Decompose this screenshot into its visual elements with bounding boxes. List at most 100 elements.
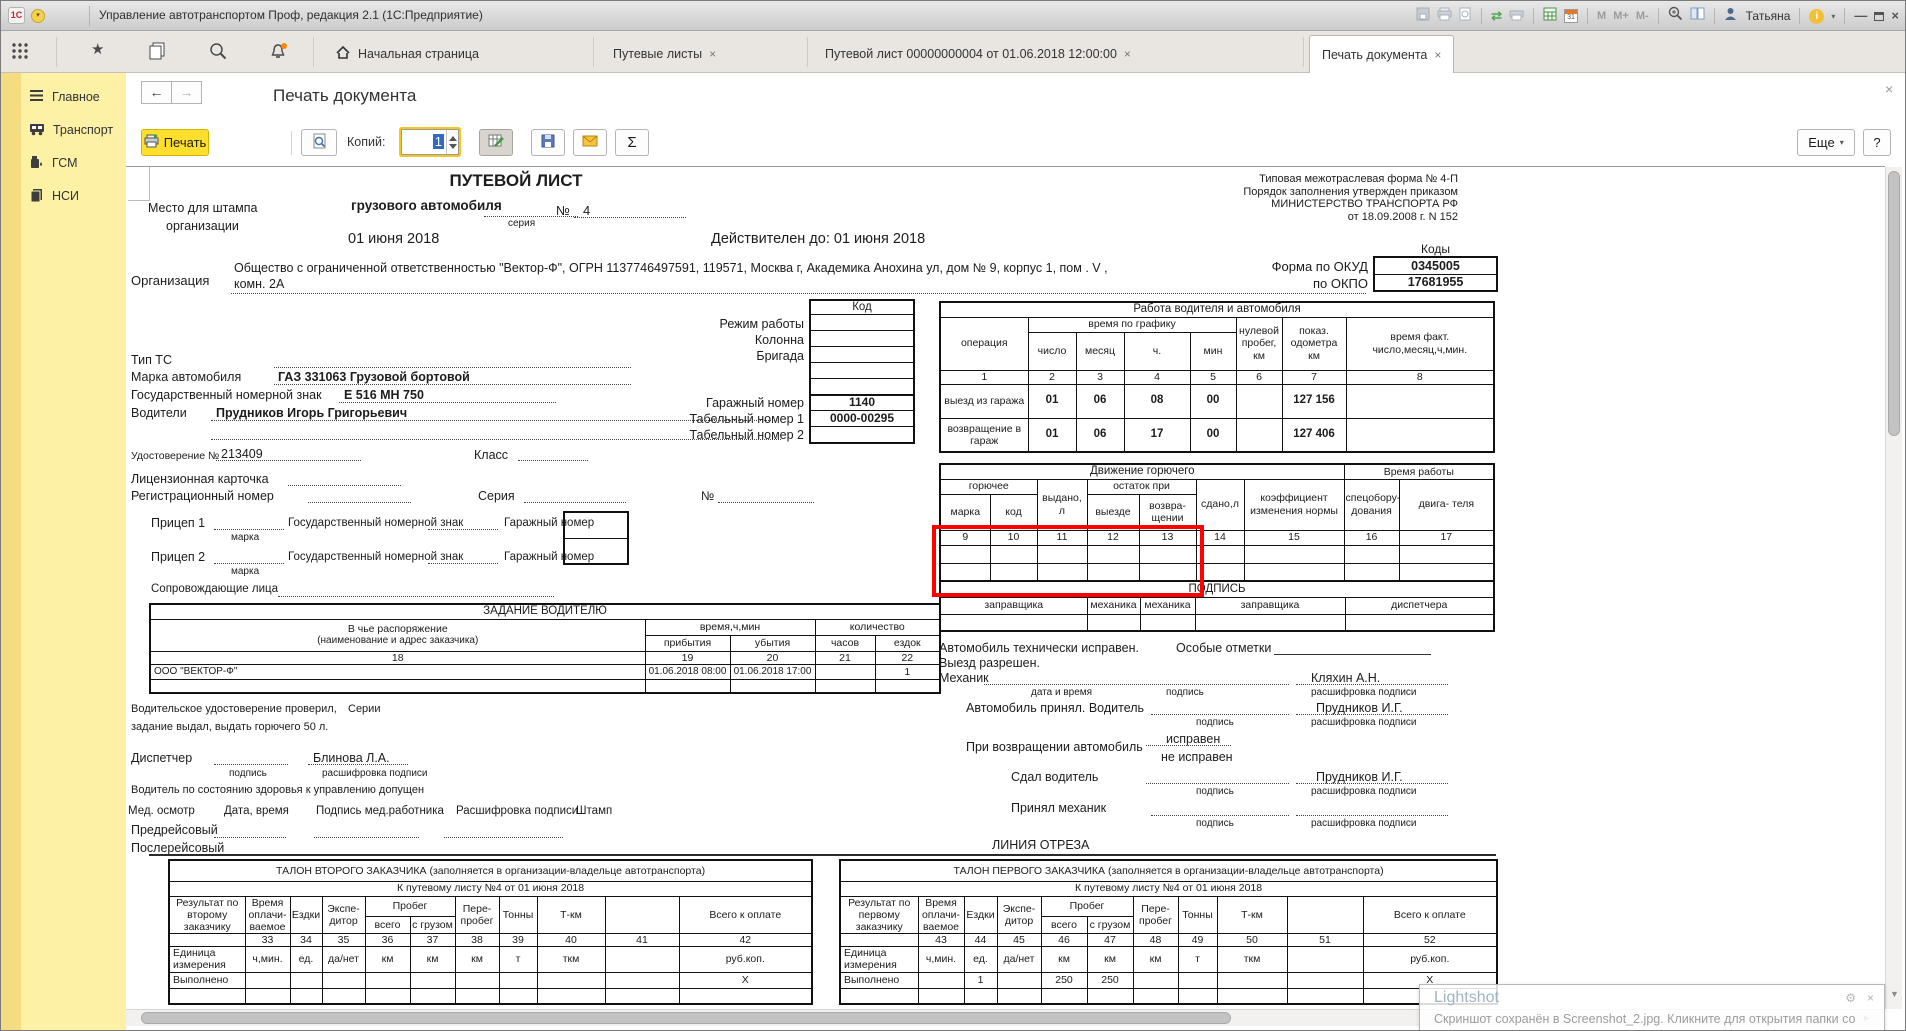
print-button[interactable]: Печать xyxy=(141,129,209,156)
task-issued-label: задание выдал, выдать горючего 50 л. xyxy=(131,721,328,733)
tab-waybill-document[interactable]: Путевой лист 00000000004 от 01.06.2018 1… xyxy=(813,35,1143,73)
notifications-bell-icon[interactable] xyxy=(269,42,289,66)
date-time-label: Дата, время xyxy=(224,805,289,817)
pre-trip-label: Предрейсовый xyxy=(131,823,218,837)
cell: ед. xyxy=(290,946,322,972)
memory-plus-icon[interactable]: M+ xyxy=(1613,10,1629,22)
memory-icon[interactable]: M xyxy=(1597,10,1606,22)
horizontal-scroll-thumb[interactable] xyxy=(141,1012,1231,1024)
spinner-down-icon[interactable] xyxy=(449,144,457,149)
sidebar-item-fuel[interactable]: ГСМ xyxy=(21,149,126,177)
table-title: Работа водителя и автомобиля xyxy=(940,302,1494,317)
cell: 38 xyxy=(455,933,499,946)
table-title: ТАЛОН ВТОРОГО ЗАКАЗЧИКА (заполняется в о… xyxy=(169,860,812,881)
chevron-down-icon[interactable]: ▾ xyxy=(1831,12,1835,21)
info-icon[interactable]: i xyxy=(1809,9,1824,24)
tab-waybills-list[interactable]: Путевые листы × xyxy=(601,35,728,73)
cell: 06 xyxy=(1076,418,1124,452)
search-icon[interactable] xyxy=(209,42,227,65)
cell: 49 xyxy=(1178,933,1217,946)
accompanying-persons-label: Сопровождающие лица xyxy=(151,583,278,595)
save-icon[interactable] xyxy=(1416,7,1430,26)
vehicle-make-value: ГАЗ 331063 Грузовой бортовой xyxy=(278,370,470,384)
history-icon[interactable] xyxy=(149,42,166,65)
lightshot-notification[interactable]: Lightshot ⚙ × Скриншот сохранён в Screen… xyxy=(1419,984,1885,1031)
close-form-icon[interactable]: × xyxy=(1885,81,1893,97)
calculator-icon[interactable] xyxy=(1543,7,1557,26)
sync-icon[interactable]: ⇄ xyxy=(1491,8,1502,24)
restore-button[interactable] xyxy=(1874,12,1884,21)
col-header-line1: В чье распоряжение xyxy=(152,623,644,635)
class-label: Класс xyxy=(474,448,508,462)
cell: км xyxy=(410,946,455,972)
cell xyxy=(840,933,918,946)
trailer1-label: Прицеп 1 xyxy=(151,516,205,530)
cell xyxy=(169,933,245,946)
cell: 1 xyxy=(875,664,940,679)
print-preview-icon[interactable] xyxy=(1459,7,1472,26)
copies-input[interactable]: 1 xyxy=(402,130,446,154)
vertical-scrollbar[interactable]: ▼ xyxy=(1885,167,1902,1009)
cell: 34 xyxy=(290,933,322,946)
cell xyxy=(810,427,914,443)
user-name[interactable]: Татьяна xyxy=(1746,9,1791,23)
preview-button[interactable] xyxy=(301,129,337,156)
close-window-button[interactable]: × xyxy=(1891,9,1899,23)
settings-gear-icon[interactable]: ⚙ xyxy=(1845,991,1856,1005)
email-button[interactable] xyxy=(573,129,607,156)
cell xyxy=(605,946,679,972)
print-icon[interactable] xyxy=(1437,7,1452,26)
personnel-number-value: 0000-00295 xyxy=(810,411,914,427)
back-button[interactable]: ← xyxy=(141,81,172,104)
cell: возвращение в гараж xyxy=(940,418,1028,452)
cell xyxy=(499,972,537,988)
form-info-line: Порядок заполнения утвержден приказом xyxy=(1101,186,1458,199)
table-settings-button[interactable] xyxy=(479,129,513,156)
number-sign-label: № xyxy=(701,489,714,503)
tab-close-icon[interactable]: × xyxy=(1434,48,1441,62)
col-header: всего xyxy=(1041,916,1087,933)
scroll-down-icon[interactable]: ▼ xyxy=(1890,989,1899,999)
favorites-star-icon[interactable]: ★ xyxy=(91,40,104,58)
col-header: спецобору- дования xyxy=(1344,479,1399,530)
copies-spinner[interactable]: 1 xyxy=(401,129,459,155)
cell: выезд из гаража xyxy=(940,384,1028,418)
serviceable-label: исправен xyxy=(1166,732,1220,746)
zoom-icon[interactable] xyxy=(1668,6,1683,26)
memory-minus-icon[interactable]: M- xyxy=(1636,10,1649,22)
sidebar-item-main[interactable]: Главное xyxy=(21,83,126,111)
cell xyxy=(1133,972,1178,988)
more-button[interactable]: Еще ▾ xyxy=(1797,129,1855,156)
driver-short-name: Прудников И.Г. xyxy=(1316,701,1403,715)
col-header: ч. xyxy=(1124,332,1190,370)
sidebar-item-transport[interactable]: Транспорт xyxy=(21,116,126,144)
tab-print-document[interactable]: Печать документа × xyxy=(1309,35,1454,73)
signature-sublabel: подпись xyxy=(1196,717,1234,728)
page-title: Печать документа xyxy=(273,86,416,106)
sidebar-item-nsi[interactable]: НСИ xyxy=(21,182,126,210)
sidebar-item-label: Транспорт xyxy=(53,123,113,137)
tools-menu-icon[interactable] xyxy=(11,42,29,65)
split-view-icon[interactable] xyxy=(1690,7,1705,25)
save-button[interactable] xyxy=(531,129,565,156)
vertical-scroll-thumb[interactable] xyxy=(1888,171,1900,436)
print-settings-icon[interactable] xyxy=(1509,7,1524,26)
cell: 01.06.2018 17:00 xyxy=(730,664,815,679)
cell xyxy=(815,679,875,693)
col-header: сдано,л xyxy=(1196,479,1244,530)
notification-close-icon[interactable]: × xyxy=(1867,991,1874,1005)
minimize-button[interactable]: — xyxy=(1854,9,1867,23)
tab-close-icon[interactable]: × xyxy=(1124,47,1131,61)
sum-button[interactable]: Σ xyxy=(615,129,649,156)
okud-label: Форма по ОКУД xyxy=(1186,259,1368,274)
calendar-icon[interactable]: 31 xyxy=(1564,9,1578,23)
tab-close-icon[interactable]: × xyxy=(709,47,716,61)
help-button[interactable]: ? xyxy=(1863,129,1891,156)
copies-value: 1 xyxy=(433,134,444,149)
cell: 8 xyxy=(1346,370,1494,384)
cell: ед. xyxy=(964,946,997,972)
forward-button[interactable]: → xyxy=(171,81,202,104)
tab-home[interactable]: Начальная страница xyxy=(323,35,491,73)
spinner-up-icon[interactable] xyxy=(449,136,457,141)
main-menu-button[interactable]: ▾ xyxy=(31,9,45,23)
